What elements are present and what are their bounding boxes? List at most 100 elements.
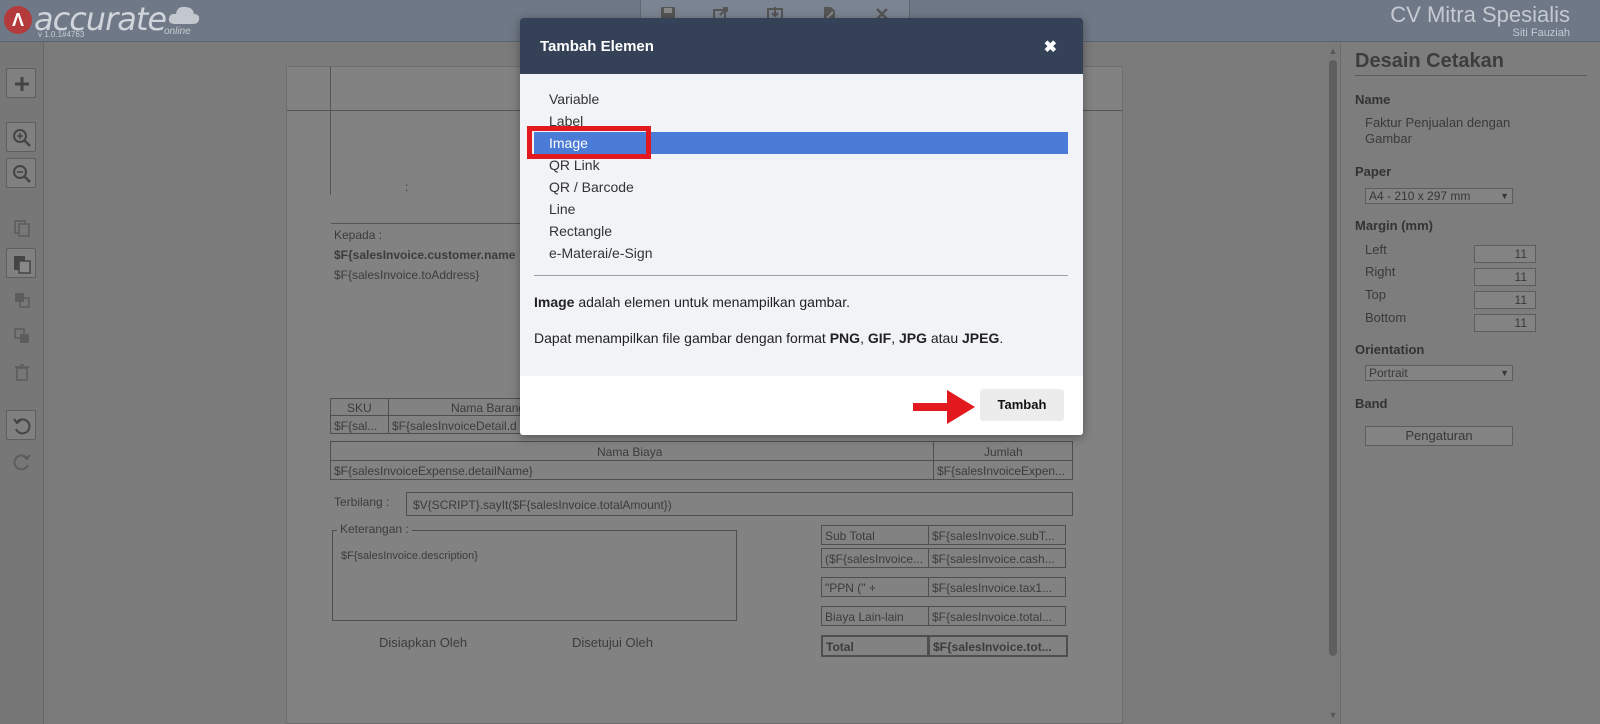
plus-icon <box>15 77 29 91</box>
accurate-logo: Λ accurate v 1.0.1#4763 online <box>4 0 204 40</box>
header-colon: : <box>405 180 409 194</box>
undo-icon <box>13 418 31 435</box>
element-option-variable[interactable]: Variable <box>534 88 1068 110</box>
sku-cell[interactable]: $F{sal... <box>330 415 389 434</box>
supported-formats-text: Dapat menampilkan file gambar dengan for… <box>534 330 1004 346</box>
trash-icon <box>15 364 29 381</box>
scroll-up-icon[interactable]: ▲ <box>1328 46 1338 56</box>
dialog-header: Tambah Elemen ✖ <box>520 18 1083 74</box>
copy-button[interactable] <box>6 212 36 242</box>
keterangan-field: $F{salesInvoice.description} <box>341 550 478 562</box>
chevron-down-icon: ▼ <box>1500 368 1509 378</box>
element-option-line[interactable]: Line <box>534 198 1068 220</box>
kepada-label[interactable]: Kepada : <box>334 228 382 242</box>
paste-button[interactable] <box>6 248 36 278</box>
scroll-thumb[interactable] <box>1329 60 1337 656</box>
margin-label: Margin (mm) <box>1355 218 1433 233</box>
orientation-select[interactable]: Portrait ▼ <box>1365 365 1513 381</box>
copy-icon <box>14 220 30 237</box>
keterangan-label: Keterangan : <box>337 522 412 536</box>
bring-front-icon <box>15 293 30 308</box>
expense-name-cell[interactable]: $F{salesInvoiceExpense.detailName} <box>330 460 934 480</box>
expense-amount-cell[interactable]: $F{salesInvoiceExpen... <box>933 460 1073 480</box>
keterangan-box[interactable]: Keterangan : $F{salesInvoice.description… <box>332 522 737 621</box>
element-option-rectangle[interactable]: Rectangle <box>534 220 1068 242</box>
redo-icon <box>13 454 31 471</box>
company-name: CV Mitra Spesialis <box>1390 2 1570 27</box>
zoom-out-button[interactable] <box>6 158 36 188</box>
element-description: Image adalah elemen untuk menampilkan ga… <box>534 294 850 310</box>
user-name[interactable]: Siti Fauziah <box>1513 27 1570 39</box>
discount-value-cell[interactable]: $F{salesInvoice.cash... <box>928 548 1066 568</box>
margin-left-input[interactable]: 11 <box>1474 245 1536 263</box>
page-header-divider <box>330 67 331 195</box>
kepada-line <box>331 223 531 224</box>
paper-label: Paper <box>1355 164 1392 179</box>
left-toolbar <box>0 42 44 724</box>
paper-select[interactable]: A4 - 210 x 297 mm ▼ <box>1365 188 1513 204</box>
properties-panel: Desain Cetakan Name Faktur Penjualan den… <box>1340 42 1600 724</box>
sku-header[interactable]: SKU <box>330 398 389 416</box>
margin-top-label: Top <box>1365 287 1386 302</box>
other-cost-value-cell[interactable]: $F{salesInvoice.total... <box>928 606 1066 626</box>
add-button[interactable]: Tambah <box>980 389 1064 421</box>
item-name-cell[interactable]: $F{salesInvoiceDetail.d <box>388 415 538 434</box>
close-icon[interactable]: ✖ <box>1044 37 1057 57</box>
redo-button[interactable] <box>6 446 36 476</box>
add-element-dialog: Tambah Elemen ✖ Variable Label Image QR … <box>520 18 1083 435</box>
subtotal-label-cell[interactable]: Sub Total <box>821 525 929 545</box>
item-name-header[interactable]: Nama Barang <box>388 398 538 416</box>
margin-bottom-input[interactable]: 11 <box>1474 314 1536 332</box>
name-value[interactable]: Faktur Penjualan dengan Gambar <box>1365 115 1540 147</box>
margin-right-label: Right <box>1365 264 1396 279</box>
arrow-right-icon <box>913 390 975 424</box>
logo-mark-icon: Λ <box>4 6 32 34</box>
margin-right-input[interactable]: 11 <box>1474 268 1536 286</box>
terbilang-field[interactable]: $V{SCRIPT}.sayIt($F{salesInvoice.totalAm… <box>406 492 1073 516</box>
expense-name-header[interactable]: Nama Biaya <box>330 441 934 461</box>
send-back-icon <box>14 328 29 343</box>
delete-button[interactable] <box>6 356 36 386</box>
name-label: Name <box>1355 92 1391 107</box>
cloud-icon <box>168 6 200 24</box>
terbilang-label[interactable]: Terbilang : <box>334 495 389 509</box>
logo-online: online <box>164 26 191 37</box>
scroll-down-icon[interactable]: ▼ <box>1328 710 1338 720</box>
element-option-qr-barcode[interactable]: QR / Barcode <box>534 176 1068 198</box>
undo-button[interactable] <box>6 410 36 440</box>
total-value-cell[interactable]: $F{salesInvoice.tot... <box>928 635 1068 657</box>
to-address-field[interactable]: $F{salesInvoice.toAddress} <box>334 268 479 282</box>
expense-amount-header[interactable]: Jumlah <box>933 441 1073 461</box>
dialog-title: Tambah Elemen <box>540 38 654 55</box>
orientation-label: Orientation <box>1355 342 1425 357</box>
zoom-in-icon <box>13 129 31 147</box>
margin-top-input[interactable]: 11 <box>1474 291 1536 309</box>
app-version: v 1.0.1#4763 <box>38 30 85 39</box>
panel-title: Desain Cetakan <box>1355 50 1587 76</box>
bring-front-button[interactable] <box>6 284 36 314</box>
dialog-separator <box>534 275 1068 276</box>
add-element-button[interactable] <box>6 68 36 98</box>
other-cost-label-cell[interactable]: Biaya Lain-lain <box>821 606 929 626</box>
margin-left-label: Left <box>1365 242 1387 257</box>
band-settings-button[interactable]: Pengaturan <box>1365 426 1513 446</box>
band-label: Band <box>1355 396 1388 411</box>
margin-bottom-label: Bottom <box>1365 310 1407 325</box>
element-type-list[interactable]: Variable Label Image QR Link QR / Barcod… <box>534 88 1068 264</box>
customer-name-field[interactable]: $F{salesInvoice.customer.name <box>334 248 531 262</box>
paste-icon <box>14 256 31 274</box>
approved-by-label[interactable]: Disetujui Oleh <box>572 635 653 650</box>
ppn-label-cell[interactable]: "PPN (" + <box>821 577 929 597</box>
canvas-scrollbar[interactable]: ▲ ▼ <box>1326 42 1340 724</box>
prepared-by-label[interactable]: Disiapkan Oleh <box>379 635 467 650</box>
total-label-cell[interactable]: Total <box>821 635 929 657</box>
send-back-button[interactable] <box>6 320 36 350</box>
element-option-e-materai[interactable]: e-Materai/e-Sign <box>534 242 1068 264</box>
selection-highlight-annotation <box>527 126 651 159</box>
ppn-value-cell[interactable]: $F{salesInvoice.tax1... <box>928 577 1066 597</box>
zoom-out-icon <box>13 165 31 183</box>
zoom-in-button[interactable] <box>6 122 36 152</box>
discount-label-cell[interactable]: ($F{salesInvoice... <box>821 548 929 568</box>
subtotal-value-cell[interactable]: $F{salesInvoice.subT... <box>928 525 1066 545</box>
chevron-down-icon: ▼ <box>1500 191 1509 201</box>
